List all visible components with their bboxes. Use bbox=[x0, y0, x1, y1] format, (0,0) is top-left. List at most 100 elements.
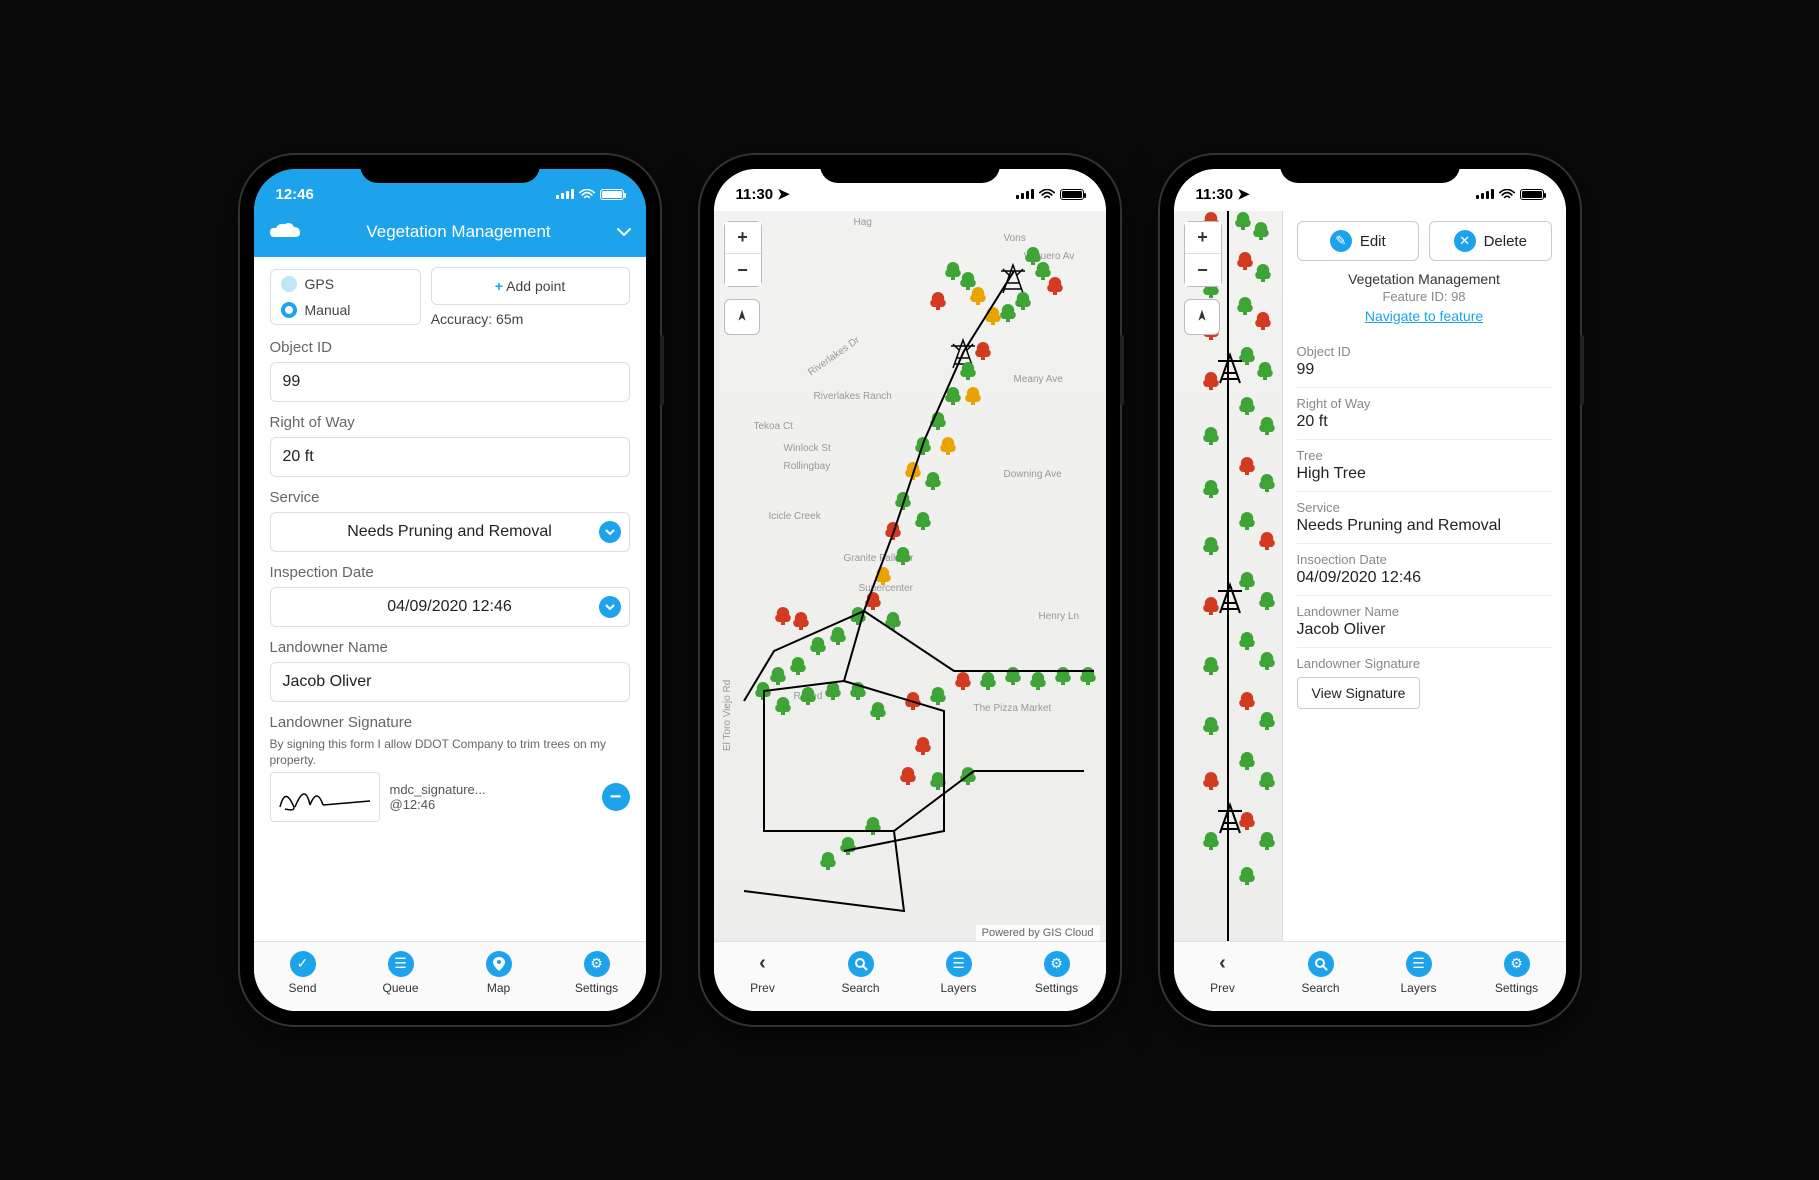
tree-marker[interactable] bbox=[1238, 866, 1256, 886]
tab-layers[interactable]: ☰Layers bbox=[910, 942, 1008, 1003]
notch bbox=[1280, 155, 1460, 183]
status-time: 11:30 ➤ bbox=[1196, 185, 1250, 203]
tree-marker[interactable] bbox=[1234, 211, 1252, 231]
screen-2: 11:30 ➤ + − Hag Vons Vaquero Av Riverlak… bbox=[714, 169, 1106, 1011]
phone-mockup-3: 11:30 ➤ + − ✎ bbox=[1160, 155, 1580, 1025]
chevron-down-icon[interactable] bbox=[616, 222, 632, 242]
tree-marker[interactable] bbox=[1254, 311, 1272, 331]
tab-search[interactable]: Search bbox=[1272, 942, 1370, 1003]
tree-marker[interactable] bbox=[1238, 456, 1256, 476]
landowner-name-label: Landowner Name bbox=[270, 639, 630, 656]
signal-icon bbox=[1016, 189, 1034, 199]
layers-icon: ☰ bbox=[946, 951, 972, 977]
gps-radio[interactable]: GPS bbox=[277, 274, 414, 294]
tree-marker[interactable] bbox=[1202, 536, 1220, 556]
tab-queue[interactable]: ☰Queue bbox=[352, 942, 450, 1003]
tab-layers[interactable]: ☰Layers bbox=[1370, 942, 1468, 1003]
gis-cloud-logo bbox=[268, 221, 302, 243]
locate-button[interactable] bbox=[1184, 299, 1220, 335]
tree-marker[interactable] bbox=[1258, 771, 1276, 791]
tab-send[interactable]: ✓Send bbox=[254, 942, 352, 1003]
network-lines bbox=[714, 211, 1106, 941]
service-select[interactable]: Needs Pruning and Removal bbox=[270, 512, 630, 552]
signal-icon bbox=[1476, 189, 1494, 199]
tree-marker[interactable] bbox=[1258, 531, 1276, 551]
wifi-icon bbox=[1499, 188, 1515, 200]
tree-marker[interactable] bbox=[1202, 771, 1220, 791]
delete-button[interactable]: ✕Delete bbox=[1429, 221, 1552, 261]
tree-marker[interactable] bbox=[1238, 751, 1256, 771]
tree-marker[interactable] bbox=[1258, 591, 1276, 611]
tab-prev[interactable]: ‹Prev bbox=[1174, 942, 1272, 1003]
tree-marker[interactable] bbox=[1202, 656, 1220, 676]
form-content: GPS Manual + + Add pointAdd point Accura… bbox=[254, 257, 646, 941]
gear-icon: ⚙ bbox=[584, 951, 610, 977]
tree-marker[interactable] bbox=[1238, 691, 1256, 711]
battery-icon bbox=[1060, 189, 1084, 200]
pin-icon bbox=[486, 951, 512, 977]
tree-marker[interactable] bbox=[1238, 396, 1256, 416]
zoom-controls: + − bbox=[724, 221, 762, 287]
tree-marker[interactable] bbox=[1202, 426, 1220, 446]
object-id-field[interactable]: 99 bbox=[270, 362, 630, 402]
zoom-out-button[interactable]: − bbox=[725, 254, 761, 286]
right-of-way-label: Right of Way bbox=[270, 414, 630, 431]
tab-map[interactable]: Map bbox=[450, 942, 548, 1003]
tree-marker[interactable] bbox=[1202, 716, 1220, 736]
tab-settings[interactable]: ⚙Settings bbox=[1468, 942, 1566, 1003]
remove-signature-button[interactable]: − bbox=[602, 783, 630, 811]
tree-marker[interactable] bbox=[1258, 831, 1276, 851]
map-view[interactable]: + − Hag Vons Vaquero Av Riverlakes Dr Ri… bbox=[714, 211, 1106, 941]
tree-marker[interactable] bbox=[1238, 511, 1256, 531]
tab-prev[interactable]: ‹Prev bbox=[714, 942, 812, 1003]
inspection-date-select[interactable]: 04/09/2020 12:46 bbox=[270, 587, 630, 627]
zoom-in-button[interactable]: + bbox=[1185, 222, 1221, 254]
view-signature-button[interactable]: View Signature bbox=[1297, 677, 1421, 709]
navigate-link[interactable]: Navigate to feature bbox=[1297, 308, 1552, 324]
landowner-name-field[interactable]: Jacob Oliver bbox=[270, 662, 630, 702]
zoom-in-button[interactable]: + bbox=[725, 222, 761, 254]
tree-marker[interactable] bbox=[1254, 263, 1272, 283]
tab-settings[interactable]: ⚙Settings bbox=[548, 942, 646, 1003]
tree-marker[interactable] bbox=[1258, 416, 1276, 436]
zoom-out-button[interactable]: − bbox=[1185, 254, 1221, 286]
wifi-icon bbox=[579, 188, 595, 200]
tree-marker[interactable] bbox=[1258, 711, 1276, 731]
tree-marker[interactable] bbox=[1202, 479, 1220, 499]
tree-marker[interactable] bbox=[1256, 361, 1274, 381]
tree-marker[interactable] bbox=[1258, 651, 1276, 671]
right-of-way-field[interactable]: 20 ft bbox=[270, 437, 630, 477]
screen-1: 12:46 Vegetation Management GPS Manual bbox=[254, 169, 646, 1011]
pencil-icon: ✎ bbox=[1330, 230, 1352, 252]
tree-marker[interactable] bbox=[1238, 631, 1256, 651]
tab-settings[interactable]: ⚙Settings bbox=[1008, 942, 1106, 1003]
search-icon bbox=[1308, 951, 1334, 977]
detail-row-inspection-date: Insoection Date04/09/2020 12:46 bbox=[1297, 544, 1552, 596]
locate-button[interactable] bbox=[724, 299, 760, 335]
notch bbox=[360, 155, 540, 183]
map-strip[interactable]: + − bbox=[1174, 211, 1282, 941]
battery-icon bbox=[1520, 189, 1544, 200]
signature-thumbnail[interactable] bbox=[270, 772, 380, 822]
add-point-button[interactable]: + + Add pointAdd point bbox=[431, 267, 630, 305]
detail-row-landowner: Landowner NameJacob Oliver bbox=[1297, 596, 1552, 648]
tree-marker[interactable] bbox=[1258, 473, 1276, 493]
search-icon bbox=[848, 951, 874, 977]
tree-marker[interactable] bbox=[1236, 296, 1254, 316]
accuracy-label: Accuracy: 65m bbox=[431, 311, 630, 327]
status-time: 11:30 ➤ bbox=[736, 185, 790, 203]
wifi-icon bbox=[1039, 188, 1055, 200]
status-time: 12:46 bbox=[276, 186, 314, 203]
manual-radio[interactable]: Manual bbox=[277, 300, 414, 320]
panel-title: Vegetation Management bbox=[1297, 271, 1552, 287]
tab-bar: ‹Prev Search ☰Layers ⚙Settings bbox=[714, 941, 1106, 1011]
close-icon: ✕ bbox=[1454, 230, 1476, 252]
signal-icon bbox=[556, 189, 574, 199]
layers-icon: ☰ bbox=[1406, 951, 1432, 977]
landowner-signature-label: Landowner Signature bbox=[270, 714, 630, 731]
tree-marker[interactable] bbox=[1236, 251, 1254, 271]
tab-search[interactable]: Search bbox=[812, 942, 910, 1003]
tab-bar: ✓Send ☰Queue Map ⚙Settings bbox=[254, 941, 646, 1011]
edit-button[interactable]: ✎Edit bbox=[1297, 221, 1420, 261]
tree-marker[interactable] bbox=[1252, 221, 1270, 241]
